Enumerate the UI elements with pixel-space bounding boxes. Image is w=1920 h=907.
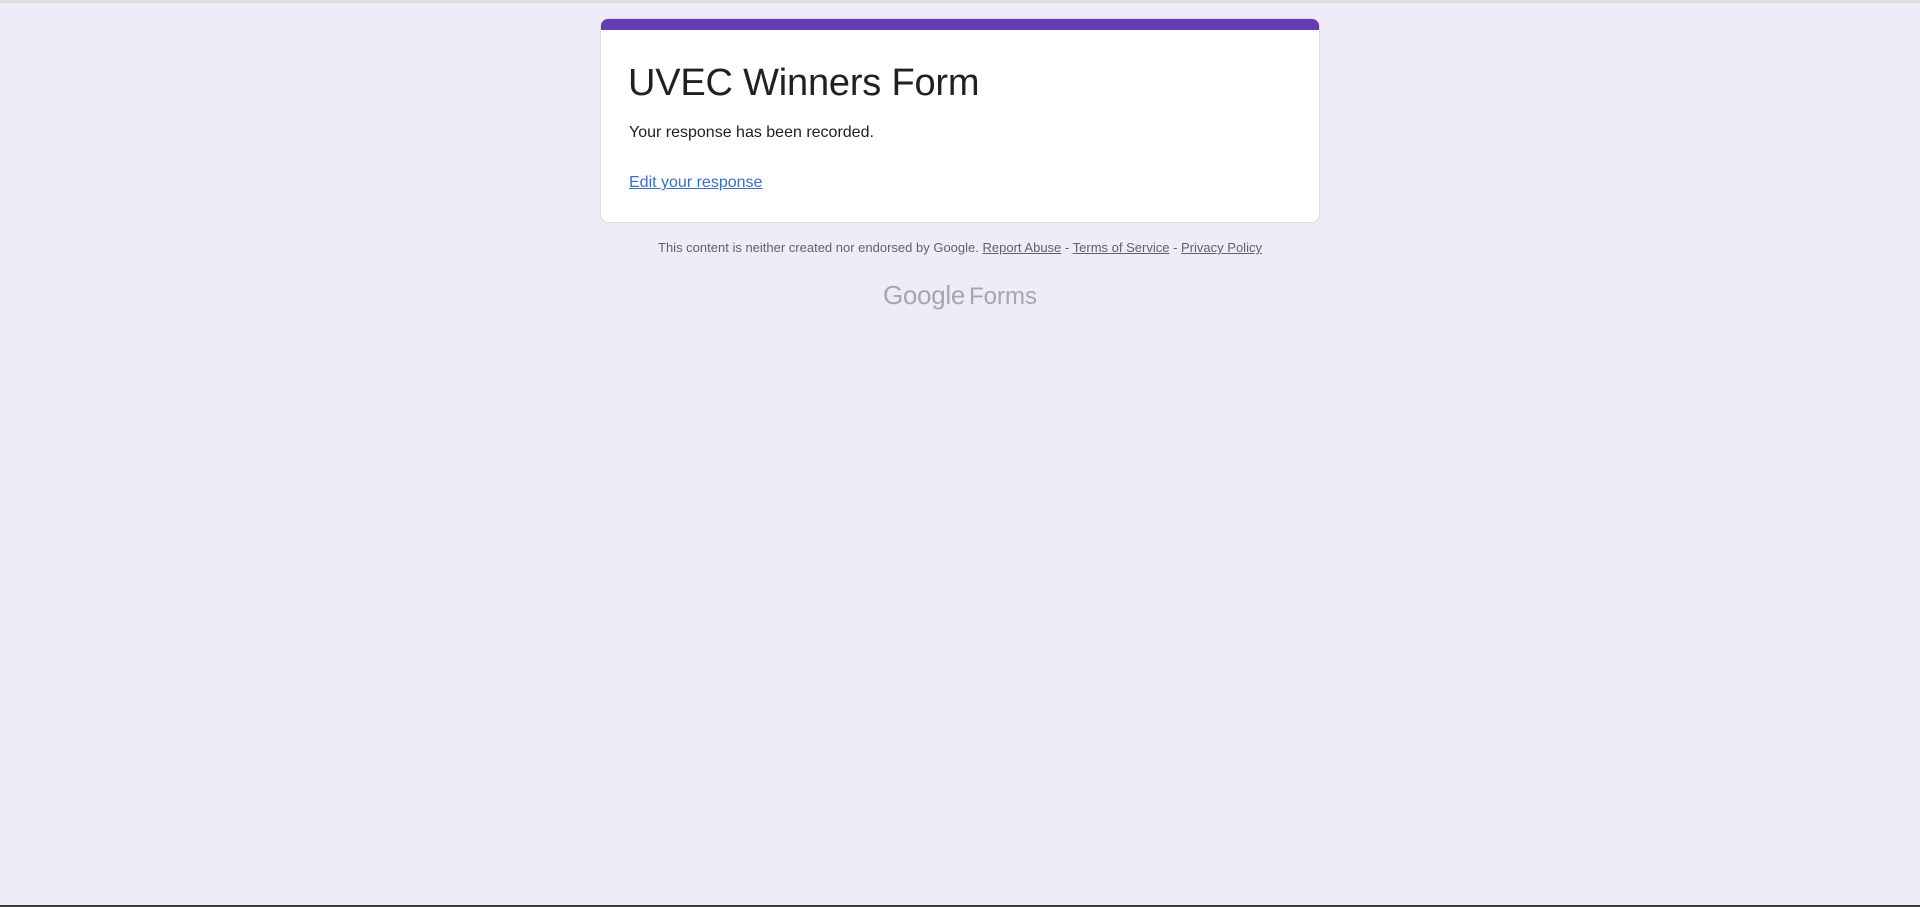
google-forms-logo[interactable]: Google Forms <box>600 280 1320 312</box>
footer-separator: - <box>1173 240 1178 255</box>
privacy-policy-link[interactable]: Privacy Policy <box>1181 240 1262 255</box>
page: { "form": { "title": "UVEC Winners Form"… <box>0 0 1920 907</box>
card-accent-bar <box>601 19 1319 30</box>
report-abuse-link[interactable]: Report Abuse <box>983 240 1062 255</box>
form-title: UVEC Winners Form <box>628 62 980 104</box>
footer: This content is neither created nor endo… <box>600 240 1320 257</box>
google-wordmark: Google <box>882 280 966 310</box>
confirmation-card: UVEC Winners Form Your response has been… <box>600 18 1320 223</box>
forms-wordmark: Forms <box>969 283 1038 310</box>
terms-of-service-link[interactable]: Terms of Service <box>1073 240 1170 255</box>
footer-disclaimer: This content is neither created nor endo… <box>658 240 979 255</box>
footer-separator: - <box>1064 240 1070 255</box>
browser-top-divider <box>0 0 1920 3</box>
confirmation-message: Your response has been recorded. <box>629 124 874 141</box>
edit-response-link[interactable]: Edit your response <box>629 173 762 194</box>
